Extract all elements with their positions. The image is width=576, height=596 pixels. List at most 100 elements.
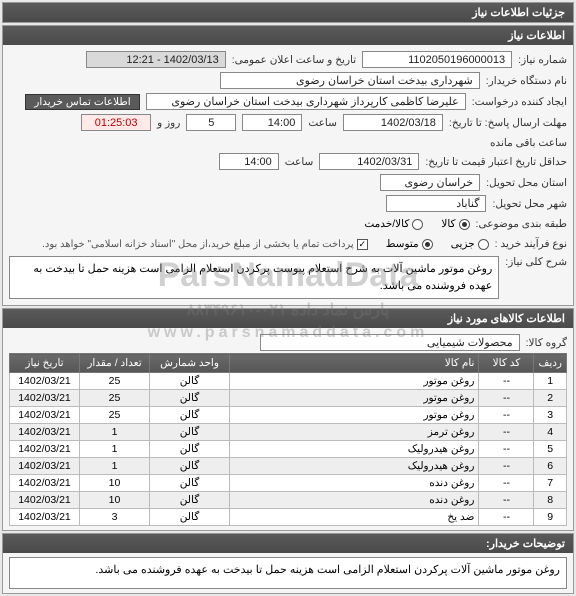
table-row: 9--ضد یخگالن31402/03/21 [10, 509, 567, 526]
radio-icon [422, 239, 433, 250]
cell-code: -- [479, 475, 534, 492]
table-row: 3--روغن موتورگالن251402/03/21 [10, 407, 567, 424]
proc-medium-radio[interactable]: متوسط [386, 238, 433, 250]
cell-name: روغن ترمز [230, 424, 479, 441]
cell-date: 1402/03/21 [10, 458, 80, 475]
proc-small-label: جزیی [451, 238, 475, 250]
info-panel: اطلاعات نیاز شماره نیاز: 110205019600001… [2, 25, 574, 306]
cell-unit: گالن [150, 509, 230, 526]
cell-unit: گالن [150, 407, 230, 424]
days-and-label: روز و [157, 117, 180, 129]
col-name: نام کالا [230, 354, 479, 373]
goods-table: ردیف کد کالا نام کالا واحد شمارش تعداد /… [9, 353, 567, 526]
cell-name: روغن دنده [230, 492, 479, 509]
class-kala-radio[interactable]: کالا [441, 218, 469, 230]
table-row: 4--روغن ترمزگالن11402/03/21 [10, 424, 567, 441]
cell-date: 1402/03/21 [10, 509, 80, 526]
table-header-row: ردیف کد کالا نام کالا واحد شمارش تعداد /… [10, 354, 567, 373]
summary-label: شرح کلی نیاز: [505, 256, 567, 268]
table-row: 1--روغن موتورگالن251402/03/21 [10, 373, 567, 390]
cell-code: -- [479, 458, 534, 475]
summary-text: روغن موتور ماشین آلات به شرح استعلام پیو… [9, 256, 499, 299]
cell-qty: 25 [80, 373, 150, 390]
cell-code: -- [479, 492, 534, 509]
cell-code: -- [479, 509, 534, 526]
table-row: 5--روغن هیدرولیکگالن11402/03/21 [10, 441, 567, 458]
time-remain-field: 01:25:03 [81, 114, 151, 131]
cell-idx: 9 [534, 509, 567, 526]
cell-idx: 3 [534, 407, 567, 424]
proc-medium-label: متوسط [386, 238, 419, 250]
cell-idx: 2 [534, 390, 567, 407]
treasury-check[interactable]: پرداخت تمام یا بخشی از مبلغ خرید،از محل … [42, 239, 368, 250]
col-date: تاریخ نیاز [10, 354, 80, 373]
cell-date: 1402/03/21 [10, 390, 80, 407]
deadline-time-label: ساعت [308, 117, 337, 129]
class-kala-label: کالا [441, 218, 455, 230]
proc-small-radio[interactable]: جزیی [451, 238, 489, 250]
cell-idx: 7 [534, 475, 567, 492]
validity-date-field: 1402/03/31 [319, 153, 419, 170]
process-label: نوع فرآیند خرید : [495, 238, 567, 250]
cell-unit: گالن [150, 373, 230, 390]
page-header: جزئیات اطلاعات نیاز [2, 2, 574, 23]
cell-qty: 10 [80, 492, 150, 509]
table-row: 6--روغن هیدرولیکگالن11402/03/21 [10, 458, 567, 475]
group-field: محصولات شیمیایی [260, 334, 520, 351]
cell-unit: گالن [150, 458, 230, 475]
buyer-notes-text: روغن موتور ماشین آلات پرکردن استعلام الز… [9, 557, 567, 589]
check-icon [357, 239, 368, 250]
cell-name: روغن هیدرولیک [230, 441, 479, 458]
validity-label: حداقل تاریخ اعتبار قیمت تا تاریخ: [425, 156, 567, 168]
col-code: کد کالا [479, 354, 534, 373]
radio-icon [459, 219, 470, 230]
deadline-label: مهلت ارسال پاسخ: تا تاریخ: [449, 117, 567, 129]
buyer-notes-panel: توضیحات خریدار: روغن موتور ماشین آلات پر… [2, 533, 574, 594]
days-left-field: 5 [186, 114, 236, 131]
cell-name: ضد یخ [230, 509, 479, 526]
cell-unit: گالن [150, 424, 230, 441]
cell-unit: گالن [150, 475, 230, 492]
info-panel-title: اطلاعات نیاز [3, 26, 573, 45]
classification-label: طبقه بندی موضوعی: [476, 218, 567, 230]
class-service-radio[interactable]: کالا/خدمت [364, 218, 423, 230]
creator-field: علیرضا کاظمی کارپرداز شهرداری بیدخت استا… [146, 93, 466, 110]
cell-qty: 1 [80, 441, 150, 458]
deadline-time-field: 14:00 [242, 114, 302, 131]
province-label: استان محل تحویل: [486, 177, 567, 189]
cell-unit: گالن [150, 492, 230, 509]
validity-time-field: 14:00 [219, 153, 279, 170]
province-field: خراسان رضوی [380, 174, 480, 191]
cell-name: روغن موتور [230, 407, 479, 424]
announce-label: تاریخ و ساعت اعلان عمومی: [232, 54, 356, 66]
cell-qty: 25 [80, 407, 150, 424]
cell-date: 1402/03/21 [10, 407, 80, 424]
cell-code: -- [479, 407, 534, 424]
cell-qty: 1 [80, 424, 150, 441]
cell-name: روغن موتور [230, 390, 479, 407]
cell-date: 1402/03/21 [10, 441, 80, 458]
col-unit: واحد شمارش [150, 354, 230, 373]
contact-button[interactable]: اطلاعات تماس خریدار [25, 94, 139, 110]
request-number-label: شماره نیاز: [518, 54, 567, 66]
buyer-org-label: نام دستگاه خریدار: [486, 75, 567, 87]
cell-idx: 5 [534, 441, 567, 458]
cell-idx: 1 [534, 373, 567, 390]
city-label: شهر محل تحویل: [492, 198, 567, 210]
col-idx: ردیف [534, 354, 567, 373]
cell-date: 1402/03/21 [10, 373, 80, 390]
cell-code: -- [479, 424, 534, 441]
cell-qty: 25 [80, 390, 150, 407]
buyer-notes-title: توضیحات خریدار: [3, 534, 573, 553]
table-row: 7--روغن دندهگالن101402/03/21 [10, 475, 567, 492]
group-label: گروه کالا: [526, 337, 567, 349]
col-qty: تعداد / مقدار [80, 354, 150, 373]
cell-code: -- [479, 373, 534, 390]
cell-unit: گالن [150, 441, 230, 458]
radio-icon [478, 239, 489, 250]
cell-code: -- [479, 390, 534, 407]
treasury-note: پرداخت تمام یا بخشی از مبلغ خرید،از محل … [42, 239, 354, 250]
cell-code: -- [479, 441, 534, 458]
cell-idx: 4 [534, 424, 567, 441]
buyer-org-field: شهرداری بیدخت استان خراسان رضوی [220, 72, 480, 89]
